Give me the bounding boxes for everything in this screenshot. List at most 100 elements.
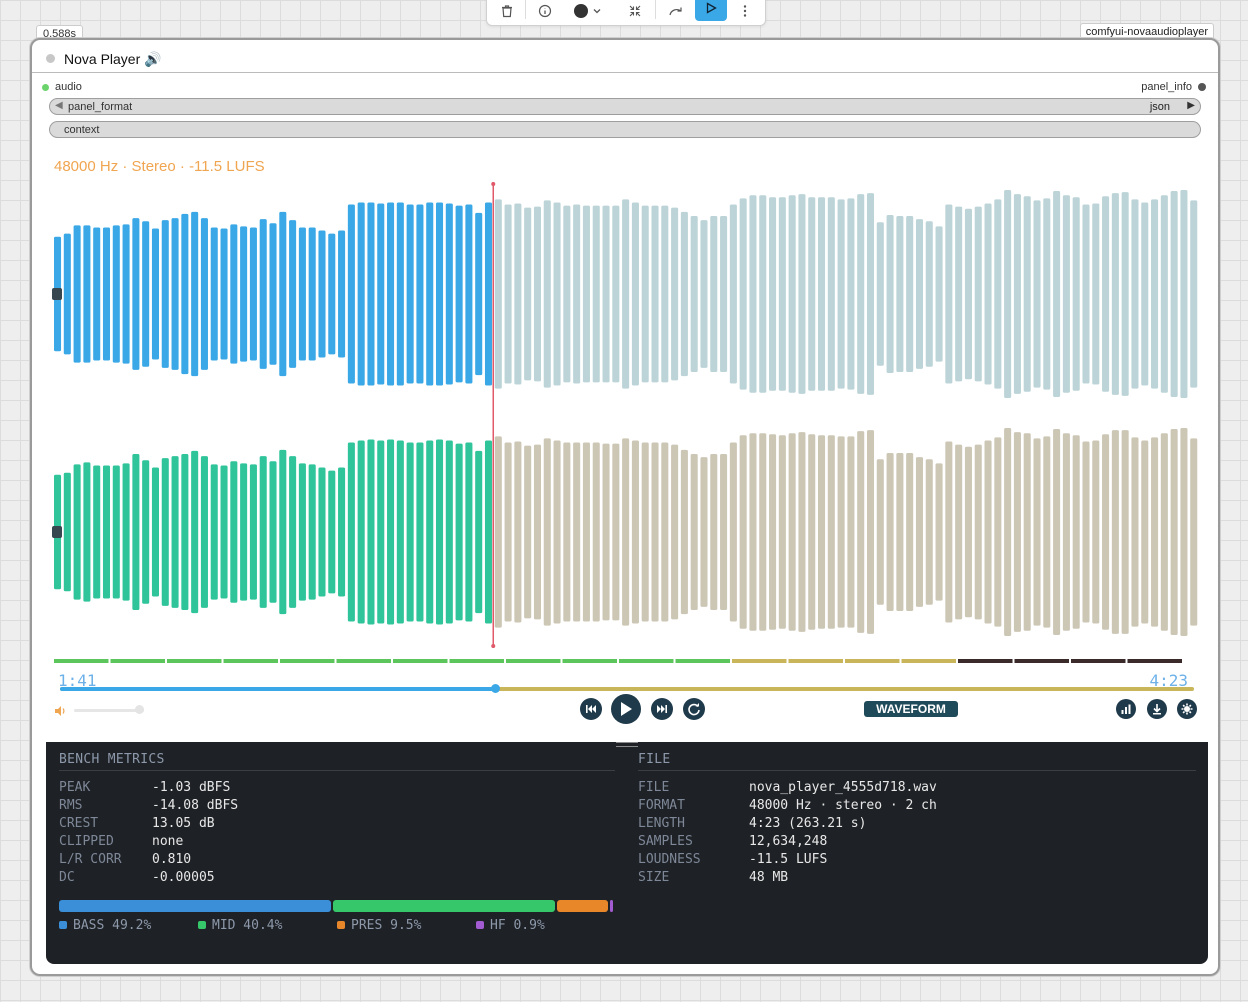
right-channel-bar <box>837 436 845 628</box>
left-channel-bar <box>338 230 346 358</box>
output-connector-icon[interactable] <box>1198 83 1206 92</box>
right-channel-bar <box>269 461 277 603</box>
right-channel-bar <box>592 442 600 622</box>
right-channel-bar <box>582 442 590 622</box>
left-channel-bar <box>249 227 257 361</box>
right-channel-bar <box>1053 429 1061 635</box>
left-channel-bar <box>1004 190 1012 398</box>
input-slot-audio[interactable]: audio <box>42 81 82 93</box>
bench-metric-key: CREST <box>59 816 99 831</box>
right-channel-bar <box>945 441 953 623</box>
right-channel-bar <box>1004 428 1012 636</box>
seek-handle[interactable] <box>491 684 501 693</box>
trash-icon[interactable] <box>497 0 517 23</box>
right-channel-bar <box>514 441 522 623</box>
left-channel-bar <box>1151 199 1159 389</box>
panel-format-combo[interactable]: ◀ panel_format json ▶ <box>49 98 1201 115</box>
file-info-key: FILE <box>638 780 670 795</box>
volume-icon[interactable] <box>54 704 68 722</box>
collapse-dot-icon[interactable] <box>46 54 55 63</box>
left-channel-bar <box>749 195 757 393</box>
info-icon[interactable] <box>535 0 555 23</box>
context-input[interactable]: context <box>49 121 1201 138</box>
decrement-arrow-icon[interactable]: ◀ <box>55 100 63 111</box>
right-channel-bar <box>102 465 111 599</box>
settings-button[interactable] <box>1177 699 1197 719</box>
file-info-key: FORMAT <box>638 798 685 813</box>
right-channel-bar <box>249 464 257 600</box>
right-channel-bar <box>798 432 806 632</box>
right-channel-bar <box>896 452 904 612</box>
frequency-band-bar <box>59 900 615 912</box>
right-channel-bar <box>906 452 914 612</box>
play-button[interactable] <box>611 694 641 724</box>
waveform-display[interactable] <box>52 182 1202 648</box>
left-channel-bar <box>974 206 982 382</box>
left-channel-bar <box>690 216 698 372</box>
right-channel-bar <box>387 439 395 625</box>
volume-slider[interactable] <box>74 709 144 712</box>
left-channel-bar <box>347 204 355 384</box>
right-channel-bar <box>769 434 777 630</box>
input-connector-icon[interactable] <box>42 83 49 91</box>
more-icon[interactable] <box>737 0 753 23</box>
left-channel-bar <box>935 226 943 362</box>
output-slot-panel-info[interactable]: panel_info <box>1141 81 1206 93</box>
spectrum-button[interactable] <box>1116 699 1136 719</box>
skip-forward-button[interactable] <box>651 698 673 720</box>
right-channel-bar <box>543 438 551 626</box>
file-info-key: SIZE <box>638 870 670 885</box>
right-channel-bar <box>445 440 453 624</box>
file-info-value: nova_player_4555d718.wav <box>749 780 937 795</box>
collapse-icon[interactable] <box>625 0 645 23</box>
left-channel-bar <box>1062 195 1070 393</box>
run-icon[interactable] <box>695 0 727 21</box>
right-channel-bar <box>818 435 826 629</box>
increment-arrow-icon[interactable]: ▶ <box>1187 100 1195 111</box>
panel-format-value: json <box>1149 101 1170 113</box>
loudness-segment <box>506 659 561 663</box>
left-channel-bar <box>984 203 992 385</box>
left-channel-bar <box>112 225 120 363</box>
chevron-down-icon[interactable] <box>591 0 603 23</box>
seek-bar[interactable] <box>60 684 1194 693</box>
left-channel-bar <box>1013 194 1021 394</box>
right-channel-bar <box>1033 438 1041 626</box>
right-channel-bar <box>1160 433 1168 631</box>
bench-metric-value: 13.05 dB <box>152 816 215 831</box>
loudness-segment <box>562 659 617 663</box>
left-channel-bar <box>1023 196 1031 392</box>
left-channel-bar <box>318 230 326 358</box>
nova-player-node[interactable]: Nova Player 🔊 audio panel_info ◀ panel_f… <box>30 38 1220 976</box>
volume-handle[interactable] <box>135 705 144 714</box>
seek-bar-fill <box>60 687 496 691</box>
left-channel-bar <box>592 205 600 383</box>
right-channel-bar <box>876 459 884 605</box>
resize-handle-icon[interactable] <box>616 742 638 747</box>
right-channel-bar <box>847 436 855 628</box>
left-channel-bar <box>1131 199 1139 389</box>
right-channel-bar <box>308 464 316 600</box>
loop-button[interactable] <box>683 698 705 720</box>
right-channel-bar <box>788 433 796 631</box>
left-channel-bar <box>710 216 718 372</box>
left-channel-bar <box>612 205 620 383</box>
left-channel-bar <box>357 202 365 386</box>
color-circle-icon[interactable] <box>571 0 591 23</box>
skip-back-button[interactable] <box>580 698 602 720</box>
bypass-icon[interactable] <box>665 0 687 23</box>
left-channel-bar <box>151 228 159 360</box>
left-channel-bar <box>945 204 953 384</box>
right-channel-bar <box>426 440 434 624</box>
right-channel-bar <box>406 442 414 622</box>
download-icon <box>1153 704 1161 715</box>
right-channel-bar <box>935 463 943 601</box>
right-channel-bar <box>827 435 835 629</box>
left-channel-bar <box>651 205 659 383</box>
left-channel-bar <box>720 216 728 372</box>
download-button[interactable] <box>1147 699 1167 719</box>
loudness-segment <box>901 659 956 663</box>
right-channel-bar <box>524 445 532 619</box>
view-mode-toggle[interactable]: WAVEFORM <box>864 701 958 717</box>
node-header[interactable]: Nova Player 🔊 <box>32 40 1218 73</box>
